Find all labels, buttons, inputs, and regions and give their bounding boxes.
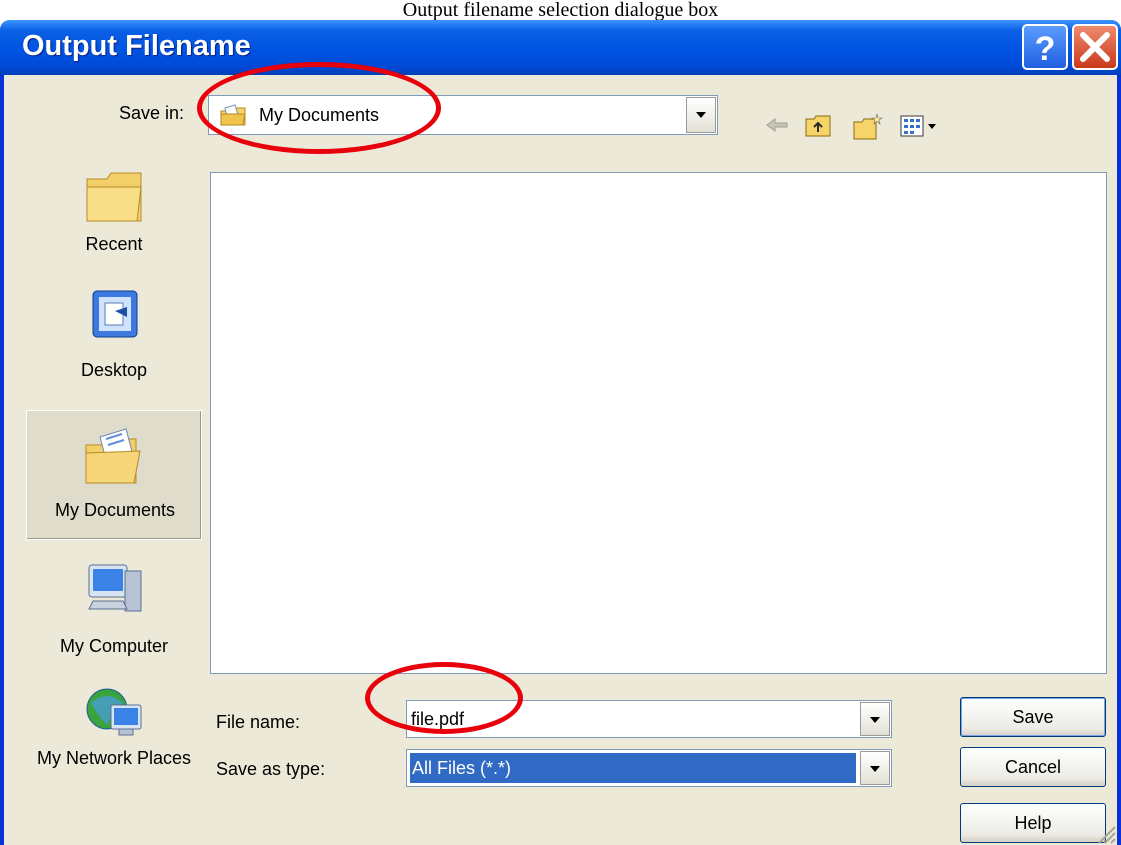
file-list-view[interactable] (210, 172, 1107, 674)
places-bar: Recent Desktop My Documents My Computer … (26, 155, 202, 799)
chevron-down-icon (870, 717, 880, 723)
chevron-down-icon (870, 766, 880, 772)
recent-folder-icon (86, 172, 142, 222)
dialog-client-area: Save in: My Documents Recent Desktop My … (4, 75, 1117, 845)
new-folder-icon[interactable] (852, 113, 884, 141)
place-my-computer[interactable]: My Computer (26, 547, 202, 667)
place-recent[interactable]: Recent (26, 155, 202, 265)
place-desktop[interactable]: Desktop (26, 273, 202, 399)
save-in-label: Save in: (119, 103, 185, 123)
help-button[interactable]: Help (960, 803, 1106, 843)
svg-text:?: ? (1035, 30, 1056, 68)
place-label-my-documents: My Documents (54, 500, 176, 520)
save-button[interactable]: Save (960, 697, 1106, 737)
window-title: Output Filename (22, 30, 251, 62)
place-label-my-computer: My Computer (59, 636, 169, 656)
save-in-dropdown-button[interactable] (686, 97, 716, 133)
place-my-documents[interactable]: My Documents (26, 410, 202, 540)
my-computer-icon (88, 564, 142, 612)
close-title-button[interactable] (1072, 24, 1118, 70)
help-title-button[interactable]: ? (1022, 24, 1068, 70)
back-arrow-icon[interactable] (764, 113, 790, 137)
place-label-recent: Recent (85, 234, 143, 254)
title-bar[interactable]: Output Filename ? (0, 20, 1121, 75)
figure-caption: Output filename selection dialogue box (402, 0, 719, 21)
save-as-type-dropdown-button[interactable] (860, 751, 890, 785)
save-as-type-label: Save as type: (216, 759, 326, 779)
selection-highlight: All Files (*.*) (410, 753, 856, 783)
help-question-icon: ? (1035, 30, 1056, 68)
place-label-my-network-places: My Network Places (36, 748, 192, 768)
save-as-type-value: All Files (*.*) (412, 758, 512, 778)
place-my-network-places[interactable]: My Network Places (26, 675, 202, 799)
views-menu-icon[interactable] (899, 113, 943, 139)
place-label-desktop: Desktop (80, 360, 148, 380)
annotation-circle-save-in (197, 62, 441, 154)
file-name-dropdown-button[interactable] (860, 702, 890, 736)
desktop-icon (92, 290, 138, 338)
annotation-circle-file-name (365, 662, 523, 734)
chevron-down-icon (696, 112, 706, 118)
network-places-icon (86, 688, 142, 736)
my-documents-icon (85, 428, 141, 484)
cancel-button[interactable]: Cancel (960, 747, 1106, 787)
up-one-level-icon[interactable] (804, 113, 832, 139)
resize-grip-icon[interactable] (1095, 823, 1117, 845)
output-filename-dialog: Output Filename ? Save in: My Documents (0, 20, 1121, 845)
file-name-label: File name: (216, 712, 301, 732)
close-x-icon (1080, 32, 1110, 62)
save-as-type-dropdown[interactable]: All Files (*.*) (406, 749, 892, 787)
